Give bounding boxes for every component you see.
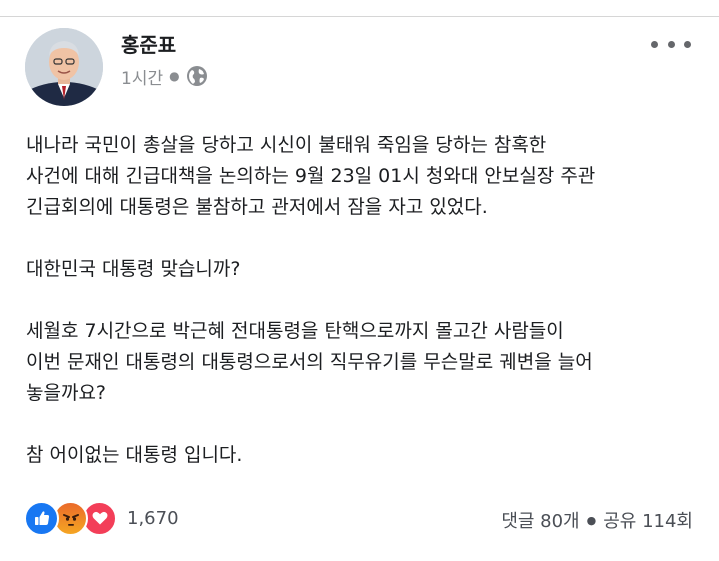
post-paragraph: 내나라 국민이 총살을 당하고 시신이 불태워 죽임을 당하는 참혹한 사건에 … <box>26 134 596 218</box>
post-timestamp[interactable]: 1시간 <box>121 64 163 89</box>
avatar[interactable] <box>25 28 103 106</box>
post-body: 내나라 국민이 총살을 당하고 시신이 불태워 죽임을 당하는 참혹한 사건에 … <box>26 130 706 471</box>
reaction-summary[interactable]: 1,670 <box>24 500 179 536</box>
facebook-post: 홍준표 1시간 ● 내나라 국민이 총살을 당하고 시신이 불태워 죽임을 당하… <box>0 17 719 561</box>
post-paragraph: 대한민국 대통령 맞습니까? <box>26 258 241 280</box>
post-paragraph: 참 어이없는 대통령 입니다. <box>26 444 243 466</box>
reaction-count: 1,670 <box>127 507 179 529</box>
profile-photo <box>25 28 103 106</box>
dot <box>684 40 691 48</box>
engagement-summary: 댓글 80개 ● 공유 114회 <box>501 507 693 533</box>
globe-icon[interactable] <box>186 65 208 87</box>
more-options-icon[interactable] <box>651 33 691 55</box>
post-paragraph: 세월호 7시간으로 박근혜 전대통령을 탄핵으로까지 몰고간 사람들이 이번 문… <box>26 320 593 404</box>
meta-separator: ● <box>169 69 180 83</box>
post-meta: 1시간 ● <box>121 64 208 89</box>
like-icon <box>24 500 59 536</box>
author-name[interactable]: 홍준표 <box>121 29 176 58</box>
comment-count[interactable]: 댓글 80개 <box>501 507 579 533</box>
dot <box>651 40 658 48</box>
engagement-separator: ● <box>586 513 597 527</box>
share-count[interactable]: 공유 114회 <box>603 507 693 533</box>
dot <box>667 40 675 48</box>
